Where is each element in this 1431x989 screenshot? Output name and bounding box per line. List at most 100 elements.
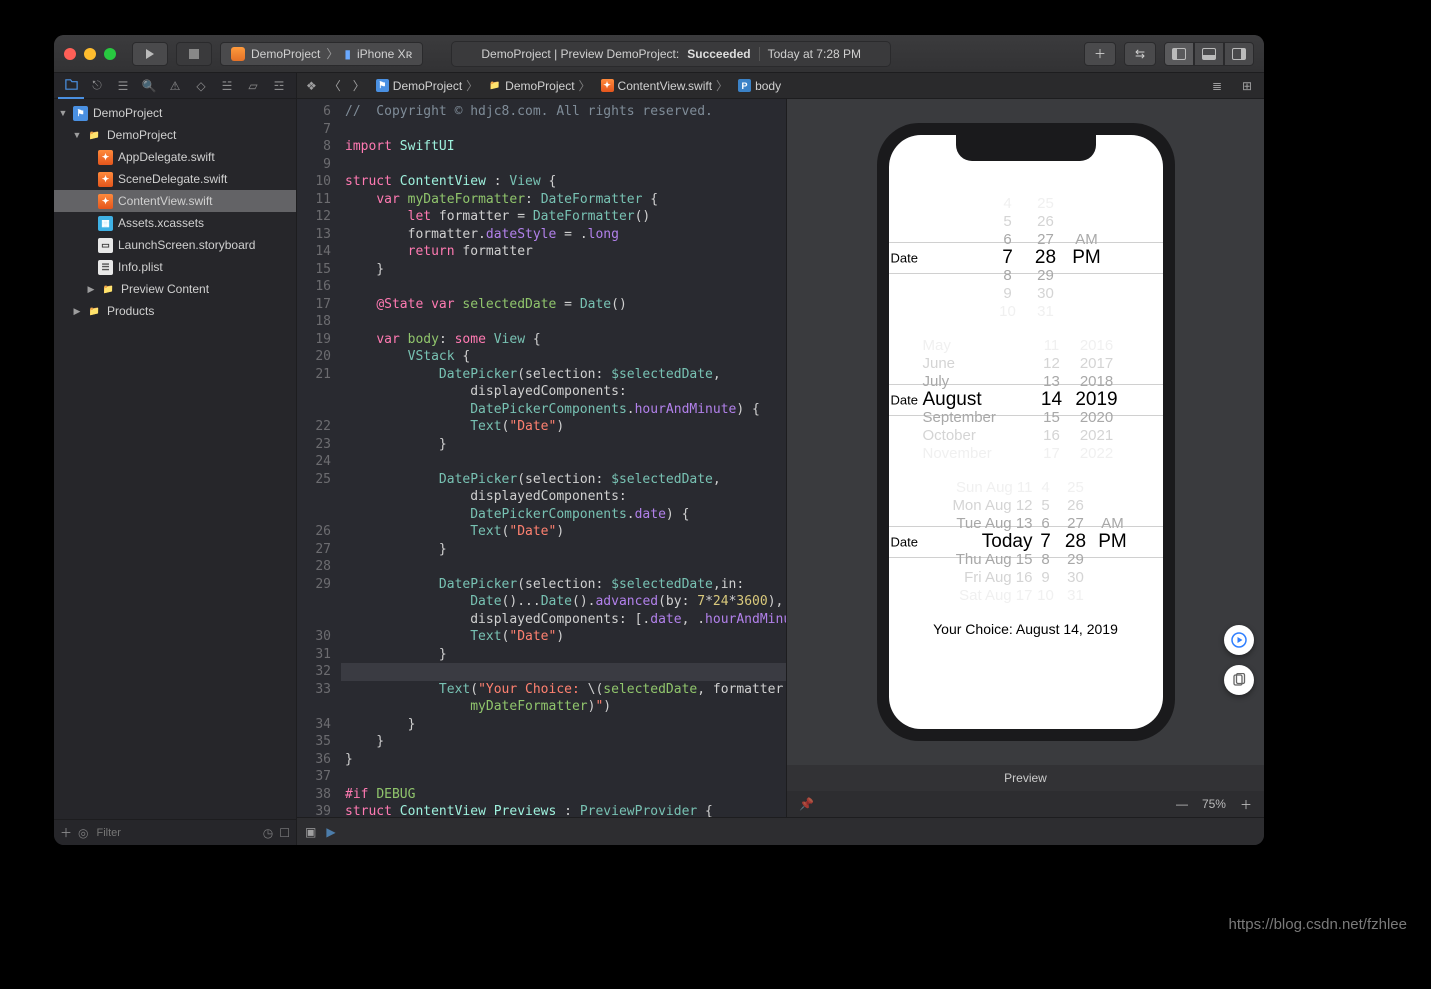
file-infoplist[interactable]: ☰ Info.plist [54,256,296,278]
back-button[interactable]: 〈 [326,77,344,94]
toggle-navigator-button[interactable] [1164,42,1194,66]
debug-navigator-tab[interactable]: ☱ [214,73,240,99]
code-body[interactable]: // Copyright © hdjc8.com. All rights res… [341,99,786,817]
code-review-button[interactable]: ⇆ [1124,42,1156,66]
symbol-navigator-tab[interactable]: ☰ [110,73,136,99]
disclosure-triangle-icon[interactable]: ▼ [72,130,82,140]
picker-wheel[interactable]: 25262728293031 [1061,479,1091,605]
project-navigator-tab[interactable] [58,73,84,99]
iphone-notch [956,135,1096,161]
picker-wheel[interactable]: 25262728293031 [1029,195,1063,321]
traffic-lights [64,48,116,60]
minimize-window-button[interactable] [84,48,96,60]
file-appdelegate[interactable]: ✦ AppDelegate.swift [54,146,296,168]
file-contentview[interactable]: ✦ ContentView.swift [54,190,296,212]
group-label: DemoProject [107,128,176,142]
storyboard-icon: ▭ [98,238,113,253]
library-button[interactable]: ＋ [1084,42,1116,66]
titlebar: DemoProject 〉 ▮ iPhone Xʀ DemoProject | … [54,35,1264,73]
file-launchscreen[interactable]: ▭ LaunchScreen.storyboard [54,234,296,256]
picker-label: Date [889,251,918,266]
navigator-tabs: ⎋ ☰ 🔍 ⚠ ◇ ☱ ▱ ☲ [54,73,296,99]
preview-zoom-bar: 📌 — 75% ＋ [787,791,1264,817]
plist-icon: ☰ [98,260,113,275]
picker-wheel[interactable]: 45678910 [1035,479,1057,605]
add-target-button[interactable]: ＋ [60,824,72,841]
picker-wheel[interactable]: Sun Aug 11Mon Aug 12Tue Aug 13TodayThu A… [923,479,1033,605]
zoom-out-button[interactable]: — [1176,797,1188,811]
run-button[interactable] [132,42,168,66]
scm-status-button[interactable]: ☐ [279,826,290,840]
activity-status[interactable]: DemoProject | Preview DemoProject: Succe… [451,41,891,67]
folder-icon: 📁 [87,304,102,319]
file-assets[interactable]: ▦ Assets.xcassets [54,212,296,234]
assets-icon: ▦ [98,216,113,231]
status-time: Today at 7:28 PM [768,47,861,61]
picker-wheel[interactable]: 2016201720182019202020212022 [1071,337,1123,463]
disclosure-triangle-icon[interactable]: ▶ [86,284,96,295]
date-picker[interactable]: Date MayJuneJulyAugustSeptemberOctoberNov… [889,337,1163,463]
close-window-button[interactable] [64,48,76,60]
live-preview-button[interactable] [1224,625,1254,655]
jump-bar: ❖ 〈 〉 ⚑ DemoProject〉 📁 DemoProject〉 ✦ Co… [297,73,1264,99]
file-tree: ▼ ⚑ DemoProject ▼ 📁 DemoProject ✦ AppDel… [54,99,296,819]
source-editor[interactable]: 6789101112131415161718192021222324252627… [297,99,787,817]
toggle-breakpoints-button[interactable]: ▣ [305,825,316,839]
picker-wheel[interactable]: 45678910 [993,195,1023,321]
iphone-screen: Date4567891025262728293031AMPMDateMayJun… [889,135,1163,729]
tree-root[interactable]: ▼ ⚑ DemoProject [54,102,296,124]
stop-button[interactable] [176,42,212,66]
disclosure-triangle-icon[interactable]: ▶ [72,306,82,317]
swift-file-icon: ✦ [98,150,113,165]
picker-wheel[interactable]: AMPM [1093,479,1133,605]
picker-label: Date [889,393,918,408]
duplicate-preview-button[interactable] [1224,665,1254,695]
filter-scope-icon[interactable]: ◎ [78,826,88,840]
preview-title: Preview [1004,771,1047,785]
source-control-navigator-tab[interactable]: ⎋ [84,73,110,99]
watermark-text: https://blog.csdn.net/fzhlee [1229,916,1407,933]
folder-icon: 📁 [101,282,116,297]
zoom-window-button[interactable] [104,48,116,60]
scheme-selector[interactable]: DemoProject 〉 ▮ iPhone Xʀ [220,42,423,66]
test-navigator-tab[interactable]: ◇ [188,73,214,99]
related-items-button[interactable]: ❖ [303,79,320,93]
tree-group[interactable]: ▼ 📁 DemoProject [54,124,296,146]
find-navigator-tab[interactable]: 🔍 [136,73,162,99]
jumpbar-crumb-group[interactable]: 📁 DemoProject〉 [486,77,592,94]
disclosure-triangle-icon[interactable]: ▼ [58,108,68,118]
navigator-sidebar: ⎋ ☰ 🔍 ⚠ ◇ ☱ ▱ ☲ ▼ ⚑ DemoProject ▼ 📁 Demo… [54,73,297,845]
pin-preview-button[interactable]: 📌 [799,797,814,811]
adjust-editor-button[interactable]: ⊞ [1236,77,1258,95]
editor-options-button[interactable]: ≣ [1206,77,1228,95]
bottom-panel-icon [1202,48,1216,60]
preview-canvas[interactable]: Date4567891025262728293031AMPMDateMayJun… [787,99,1264,765]
issue-navigator-tab[interactable]: ⚠ [162,73,188,99]
navigator-filter-input[interactable] [95,826,257,840]
line-number-gutter: 6789101112131415161718192021222324252627… [297,99,341,817]
continue-button[interactable]: ▶ [326,825,335,839]
picker-wheel[interactable]: 11121314151617 [1037,337,1067,463]
date-picker[interactable]: DateSun Aug 11Mon Aug 12Tue Aug 13TodayT… [889,479,1163,605]
jumpbar-crumb-project[interactable]: ⚑ DemoProject〉 [374,77,480,94]
left-panel-icon [1172,48,1186,60]
toggle-inspectors-button[interactable] [1224,42,1254,66]
chevron-right-icon: 〉 [326,45,338,62]
jumpbar-crumb-symbol[interactable]: P body [736,79,783,93]
preview-footer: Preview [787,765,1264,791]
picker-wheel[interactable]: MayJuneJulyAugustSeptemberOctoberNovembe… [923,337,1033,463]
jumpbar-crumb-file[interactable]: ✦ ContentView.swift〉 [599,77,731,94]
breakpoint-navigator-tab[interactable]: ▱ [240,73,266,99]
app-icon [231,47,245,61]
folder-products[interactable]: ▶ 📁 Products [54,300,296,322]
date-picker[interactable]: Date 4567891025262728293031AMPM [889,195,1163,321]
file-scenedelegate[interactable]: ✦ SceneDelegate.swift [54,168,296,190]
forward-button[interactable]: 〉 [350,77,368,94]
property-icon: P [738,79,751,92]
zoom-in-button[interactable]: ＋ [1240,796,1252,813]
folder-previewcontent[interactable]: ▶ 📁 Preview Content [54,278,296,300]
toggle-debug-area-button[interactable] [1194,42,1224,66]
picker-wheel[interactable]: AMPM [1067,195,1107,321]
recent-files-button[interactable]: ◷ [263,826,273,840]
report-navigator-tab[interactable]: ☲ [266,73,292,99]
